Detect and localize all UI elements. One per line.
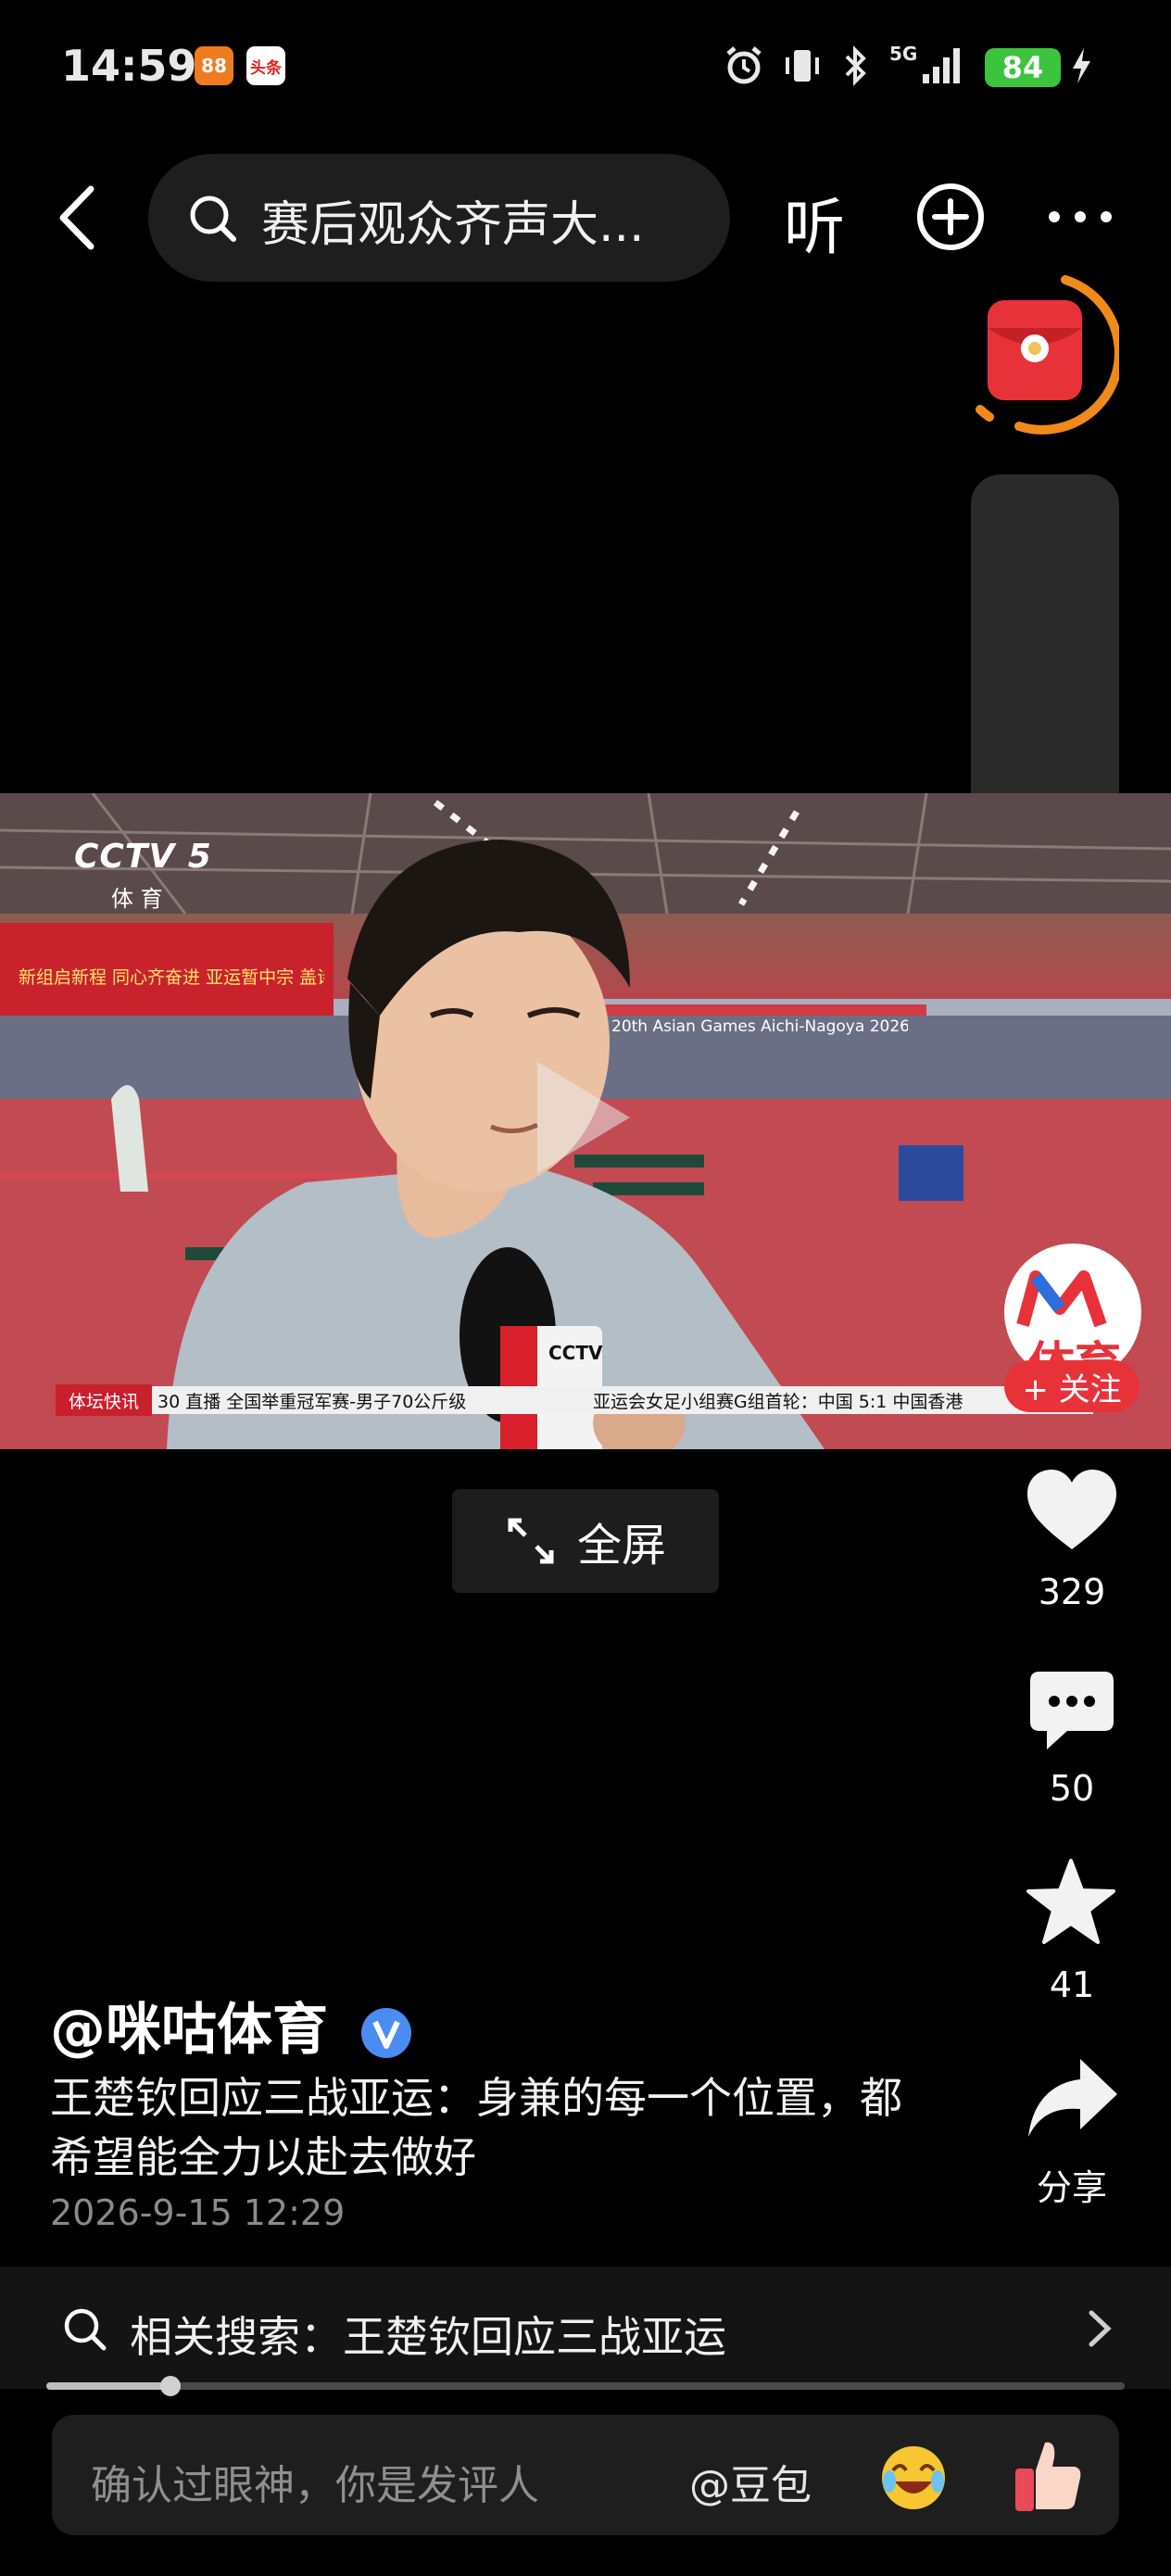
status-time: 14:59 — [61, 41, 197, 91]
red-packet-button[interactable] — [962, 261, 1124, 437]
search-query[interactable]: 赛后观众齐声大... — [261, 185, 645, 255]
cctv5-sublogo: 体 育 — [111, 886, 163, 912]
author-name[interactable]: @咪咕体育 — [50, 1985, 412, 2065]
charging-icon — [1067, 43, 1095, 89]
chevron-right-icon — [1086, 2307, 1114, 2354]
news-ticker: 体坛快讯 30 直播 全国举重冠军赛-男子70公斤级 亚运会女足小组赛G组首轮：… — [56, 1384, 1093, 1416]
verified-badge-icon — [360, 2008, 411, 2059]
star-icon — [1026, 1859, 1115, 1944]
venue-banner: 新组启新程 同心齐奋进 亚运暂中宗 盖诗地方家 — [19, 967, 324, 988]
ticker-left: 30 直播 全国举重冠军赛-男子70公斤级 — [157, 1391, 467, 1412]
video-progress-handle[interactable] — [159, 2376, 181, 2396]
fullscreen-button[interactable]: 全屏 — [452, 1489, 719, 1593]
comment-placeholder[interactable]: 确认过眼神，你是发评人 — [91, 2452, 539, 2511]
favorite-button[interactable] — [1025, 1857, 1117, 1951]
comment-count: 50 — [1049, 1768, 1095, 1809]
like-count: 329 — [1038, 1572, 1106, 1612]
alarm-icon — [723, 43, 765, 89]
post-timestamp: 2026-9-15 12:29 — [50, 2192, 346, 2233]
thumbs-up-icon — [1015, 2442, 1081, 2511]
mic-logo: CCTV — [548, 1342, 603, 1364]
heart-icon — [1027, 1470, 1116, 1549]
cctv5-logo: CCTV 5 — [74, 838, 212, 876]
follow-button[interactable]: + 关注 — [1004, 1360, 1140, 1412]
video-progress-fill — [46, 2382, 170, 2390]
plus-circle-icon — [917, 183, 984, 250]
mention-doubao-button[interactable]: @豆包 — [689, 2452, 812, 2511]
author-handle[interactable]: @咪咕体育 — [50, 1998, 328, 2063]
favorite-count: 41 — [1049, 1964, 1095, 2005]
like-button[interactable] — [1024, 1466, 1120, 1559]
back-icon — [59, 185, 94, 250]
post-title: 王楚钦回应三战亚运：身兼的每一个位置，都希望能全力以赴去做好 — [50, 2073, 902, 2182]
related-search-text[interactable]: 相关搜索：王楚钦回应三战亚运 — [130, 2304, 726, 2365]
add-button[interactable] — [915, 182, 986, 256]
laughing-emoji-icon — [882, 2446, 945, 2509]
thumbs-up-emoji-button[interactable] — [1008, 2435, 1086, 2519]
search-icon — [61, 2305, 109, 2357]
bluetooth-icon — [839, 43, 873, 89]
video-progress-track[interactable] — [46, 2382, 1125, 2390]
red-packet-icon — [976, 275, 1124, 435]
asian-games-banner: 20th Asian Games Aichi-Nagoya 2026 — [611, 1017, 908, 1036]
video-player[interactable]: CCTV 5 体 育 新组启新程 同心齐奋进 亚运暂中宗 盖诗地方家 20th … — [0, 793, 1171, 1449]
more-button[interactable] — [1045, 198, 1115, 239]
share-button[interactable] — [1025, 2053, 1121, 2146]
battery-indicator: 84 — [985, 48, 1061, 87]
network-label: 5G — [889, 43, 918, 65]
share-label[interactable]: 分享 — [1016, 2159, 1127, 2210]
listen-button[interactable]: 听 — [784, 178, 845, 267]
ticker-tag: 体坛快讯 — [56, 1384, 153, 1416]
comment-bubble-icon — [1030, 1672, 1114, 1749]
search-icon — [185, 191, 241, 250]
expand-icon — [508, 1518, 554, 1564]
app-badge-88: 88 — [195, 46, 233, 85]
back-button[interactable] — [50, 176, 106, 259]
comment-button[interactable] — [1026, 1668, 1117, 1759]
ticker-right: 亚运会女足小组赛G组首轮：中国 5:1 中国香港 — [593, 1391, 963, 1412]
vibrate-icon — [782, 43, 823, 89]
share-arrow-icon — [1028, 2059, 1117, 2137]
fullscreen-label: 全屏 — [576, 1520, 666, 1572]
signal-5g-icon: 5G — [889, 43, 962, 89]
app-badge-toutiao: 头条 — [246, 46, 285, 85]
more-dots-icon — [1049, 211, 1112, 222]
laughing-emoji-button[interactable] — [876, 2441, 951, 2519]
